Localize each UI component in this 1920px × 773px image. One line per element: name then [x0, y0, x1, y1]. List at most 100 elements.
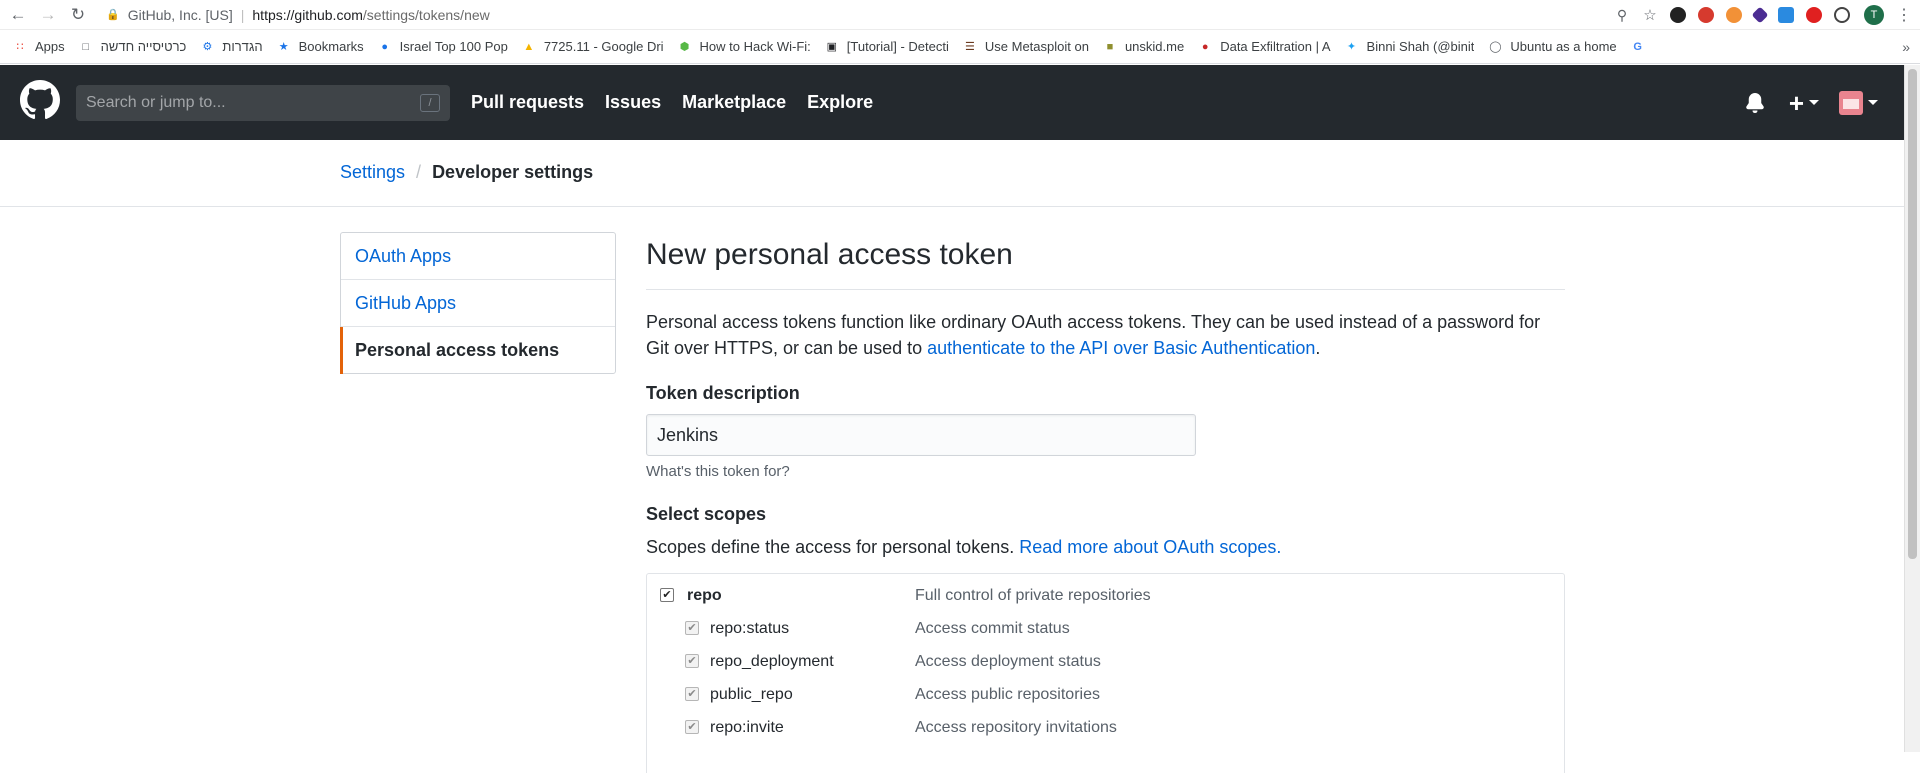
- bookmark-item[interactable]: G: [1631, 40, 1653, 54]
- bookmark-label: Use Metasploit on: [984, 39, 1089, 54]
- oauth-scopes-link[interactable]: Read more about OAuth scopes.: [1019, 537, 1281, 557]
- bookmark-item[interactable]: □ כרטיסייה חדשה: [79, 39, 186, 54]
- scope-row-repo-invite: ✔ repo:invite Access repository invitation…: [647, 716, 1564, 749]
- google-icon: G: [1633, 40, 1642, 53]
- bookmark-item[interactable]: ∷ Apps: [13, 39, 65, 54]
- forward-arrow-icon[interactable]: →: [36, 3, 60, 27]
- bookmark-item[interactable]: ⚙ הגדרות: [200, 39, 262, 54]
- circle-icon: ◯: [1489, 41, 1502, 53]
- profile-avatar[interactable]: T: [1864, 5, 1884, 25]
- bookmark-label: [Tutorial] - Detecti: [846, 39, 949, 54]
- scope-description: Full control of private repositories: [915, 587, 1151, 604]
- scope-description: Access repository invitations: [915, 719, 1117, 736]
- bookmarks-bar: ∷ Apps □ כרטיסייה חדשה ⚙ הגדרות ★ Bookmarks ● Isr…: [0, 30, 1920, 64]
- twitter-icon: ✦: [1346, 41, 1357, 53]
- bookmark-item[interactable]: ✦ Binni Shah (@binit: [1345, 39, 1475, 54]
- url-path: /settings/tokens/new: [362, 6, 490, 23]
- scope-checkbox[interactable]: ✔: [660, 588, 674, 602]
- scope-row-repo: ✔ repo Full control of private repositorie…: [647, 584, 1564, 617]
- extension-4-icon[interactable]: [1751, 6, 1769, 24]
- laptop-icon: ▣: [826, 41, 837, 53]
- reload-icon[interactable]: ↻: [66, 3, 90, 27]
- scope-name: repo:invite: [710, 719, 784, 736]
- select-scopes-heading: Select scopes: [646, 504, 767, 524]
- user-avatar: [1839, 90, 1863, 115]
- more-bookmarks-icon[interactable]: »: [1902, 30, 1910, 63]
- apps-grid-icon: ∷: [16, 41, 24, 53]
- extension-5-icon[interactable]: [1778, 7, 1794, 23]
- bookmark-item[interactable]: ● Israel Top 100 Pop: [378, 39, 508, 54]
- bookmark-item[interactable]: ▲ 7725.11 - Google Dri: [522, 39, 663, 54]
- scope-name: repo: [687, 587, 722, 604]
- bookmark-star-icon[interactable]: ☆: [1642, 7, 1658, 24]
- scopes-list: ✔ repo Full control of private repositorie…: [646, 573, 1565, 773]
- page-scrollbar[interactable]: [1904, 65, 1920, 752]
- token-description-label: Token description: [646, 383, 800, 403]
- token-description-input[interactable]: [646, 414, 1196, 456]
- intro-end: .: [1315, 338, 1321, 358]
- extension-7-icon[interactable]: [1834, 7, 1850, 23]
- blue-logo-icon: ●: [381, 40, 388, 53]
- menu-item-oauth-apps[interactable]: OAuth Apps: [341, 233, 615, 280]
- drive-icon: ▲: [523, 40, 535, 53]
- stripes-icon: ☰: [964, 41, 975, 53]
- menu-item-personal-access-tokens[interactable]: Personal access tokens: [340, 327, 615, 374]
- basic-auth-link[interactable]: authenticate to the API over Basic Authe…: [927, 338, 1315, 358]
- github-logo-icon[interactable]: [20, 80, 60, 120]
- extension-tray: ⚲ ☆ T ⋮: [1602, 0, 1912, 30]
- user-menu-dropdown[interactable]: [1839, 90, 1878, 115]
- extension-2-icon[interactable]: [1698, 7, 1714, 23]
- bookmark-label: Ubuntu as a home: [1510, 39, 1617, 54]
- scope-checkbox[interactable]: ✔: [685, 621, 699, 635]
- bookmark-label: הגדרות: [222, 39, 263, 54]
- bookmark-item[interactable]: ■ unskid.me: [1103, 39, 1185, 54]
- bookmark-item[interactable]: ▣ [Tutorial] - Detecti: [825, 39, 949, 54]
- developer-settings-menu: OAuth Apps GitHub Apps Personal access t…: [340, 232, 616, 374]
- bookmark-label: How to Hack Wi-Fi:: [699, 39, 811, 54]
- nav-issues[interactable]: Issues: [605, 92, 661, 113]
- breadcrumb-settings-link[interactable]: Settings: [340, 162, 405, 183]
- bookmark-label: Binni Shah (@binit: [1366, 39, 1475, 54]
- bookmark-label: unskid.me: [1124, 39, 1185, 54]
- scope-name: public_repo: [710, 686, 793, 703]
- token-description-note: What's this token for?: [646, 463, 790, 480]
- face-icon: ■: [1106, 40, 1114, 53]
- scope-checkbox[interactable]: ✔: [685, 654, 699, 668]
- header-actions: +: [1745, 65, 1878, 140]
- bell-icon[interactable]: [1745, 92, 1765, 113]
- caret-down-icon: [1868, 100, 1878, 105]
- scope-row-repo-status: ✔ repo:status Access commit status: [647, 617, 1564, 650]
- menu-kebab-icon[interactable]: ⋮: [1896, 5, 1912, 25]
- scrollbar-thumb[interactable]: [1908, 69, 1917, 559]
- scope-checkbox[interactable]: ✔: [685, 720, 699, 734]
- scope-name: repo:status: [710, 620, 790, 637]
- scope-description: Access public repositories: [915, 686, 1100, 703]
- extension-3-icon[interactable]: [1726, 7, 1742, 23]
- page-icon: □: [82, 40, 89, 53]
- scopes-description: Scopes define the access for personal to…: [646, 537, 1565, 558]
- bookmark-item[interactable]: ☰ Use Metasploit on: [963, 39, 1089, 54]
- bookmark-item[interactable]: ◯ Ubuntu as a home: [1488, 39, 1616, 54]
- plus-icon: +: [1788, 87, 1804, 118]
- opera-icon[interactable]: [1806, 7, 1822, 23]
- nav-explore[interactable]: Explore: [807, 92, 873, 113]
- zoom-icon[interactable]: ⚲: [1614, 7, 1630, 23]
- menu-item-github-apps[interactable]: GitHub Apps: [341, 280, 615, 327]
- url-host: https://github.com: [252, 6, 363, 23]
- star-icon: ★: [278, 41, 289, 53]
- scope-checkbox[interactable]: ✔: [685, 687, 699, 701]
- scope-description: Access commit status: [915, 620, 1070, 637]
- bookmark-item[interactable]: ● Data Exfiltration | A: [1198, 39, 1331, 54]
- extension-1-icon[interactable]: [1670, 7, 1686, 23]
- bookmark-item[interactable]: ★ Bookmarks: [277, 39, 364, 54]
- create-new-dropdown[interactable]: +: [1788, 87, 1819, 118]
- omnibox-divider: |: [240, 6, 245, 23]
- back-arrow-icon[interactable]: ←: [6, 3, 30, 27]
- scopes-desc-text: Scopes define the access for personal to…: [646, 537, 1020, 557]
- omnibox[interactable]: 🔒 GitHub, Inc. [US] | https://github.com…: [106, 0, 490, 30]
- bookmark-item[interactable]: ⬢ How to Hack Wi-Fi:: [678, 39, 811, 54]
- search-input[interactable]: Search or jump to... /: [76, 85, 450, 121]
- page-title: New personal access token: [646, 232, 1565, 290]
- nav-pull-requests[interactable]: Pull requests: [471, 92, 584, 113]
- nav-marketplace[interactable]: Marketplace: [682, 92, 786, 113]
